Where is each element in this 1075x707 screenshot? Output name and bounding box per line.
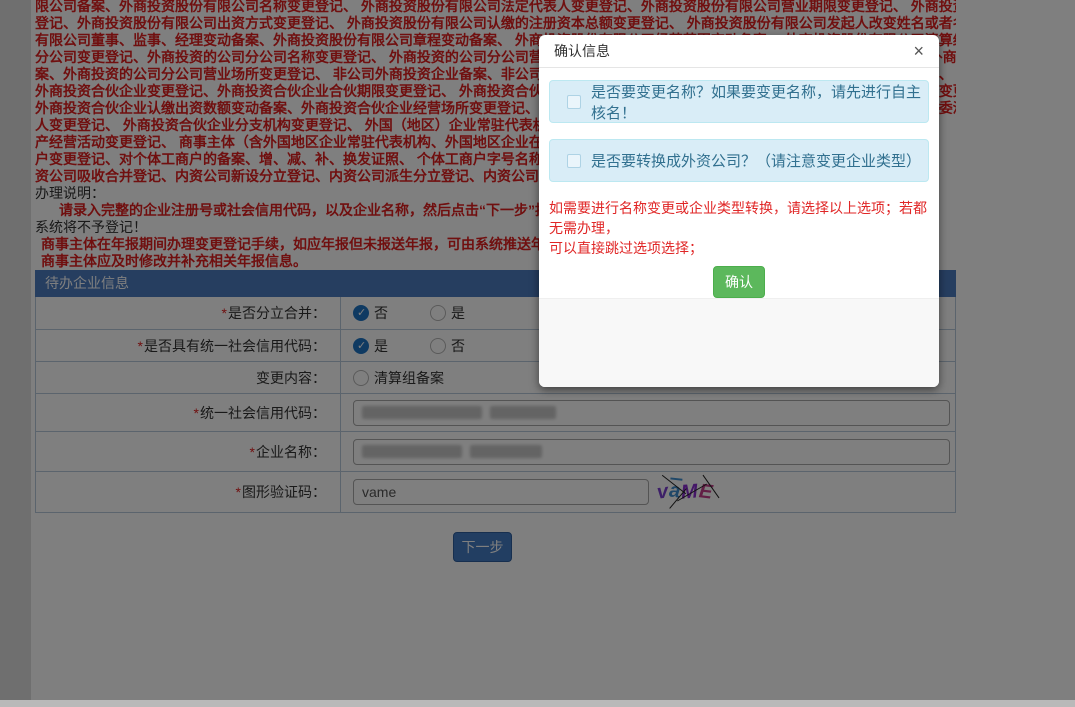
checkbox-convert-foreign[interactable] — [567, 154, 581, 168]
option-change-name-label: 是否要变更名称？如果要变更名称，请先进行自主核名！ — [591, 81, 928, 123]
checkbox-change-name[interactable] — [567, 95, 581, 109]
modal-warning-line-1: 如需要进行名称变更或企业类型转换，请选择以上选项；若都无需办理， — [549, 198, 929, 238]
screen: 限公司备案、外商投资股份有限公司名称变更登记、 外商投资股份有限公司法定代表人变… — [0, 0, 1075, 707]
page-bottom-strip — [0, 700, 1075, 707]
modal-header: 确认信息 × — [539, 35, 939, 68]
modal-footer — [539, 298, 939, 387]
option-change-name[interactable]: 是否要变更名称？如果要变更名称，请先进行自主核名！ — [549, 80, 929, 123]
modal-warning-line-2: 可以直接跳过选项选择； — [549, 238, 929, 258]
modal-body: 是否要变更名称？如果要变更名称，请先进行自主核名！ 是否要转换成外资公司？（请注… — [539, 68, 939, 298]
option-convert-foreign[interactable]: 是否要转换成外资公司？（请注意变更企业类型） — [549, 139, 929, 182]
modal-title: 确认信息 — [554, 41, 610, 61]
close-icon[interactable]: × — [913, 42, 924, 60]
confirm-info-modal: 确认信息 × 是否要变更名称？如果要变更名称，请先进行自主核名！ 是否要转换成外… — [539, 35, 939, 387]
option-convert-foreign-label: 是否要转换成外资公司？（请注意变更企业类型） — [591, 150, 921, 171]
confirm-button[interactable]: 确认 — [713, 266, 765, 298]
modal-warning-text: 如需要进行名称变更或企业类型转换，请选择以上选项；若都无需办理， 可以直接跳过选… — [549, 198, 929, 258]
